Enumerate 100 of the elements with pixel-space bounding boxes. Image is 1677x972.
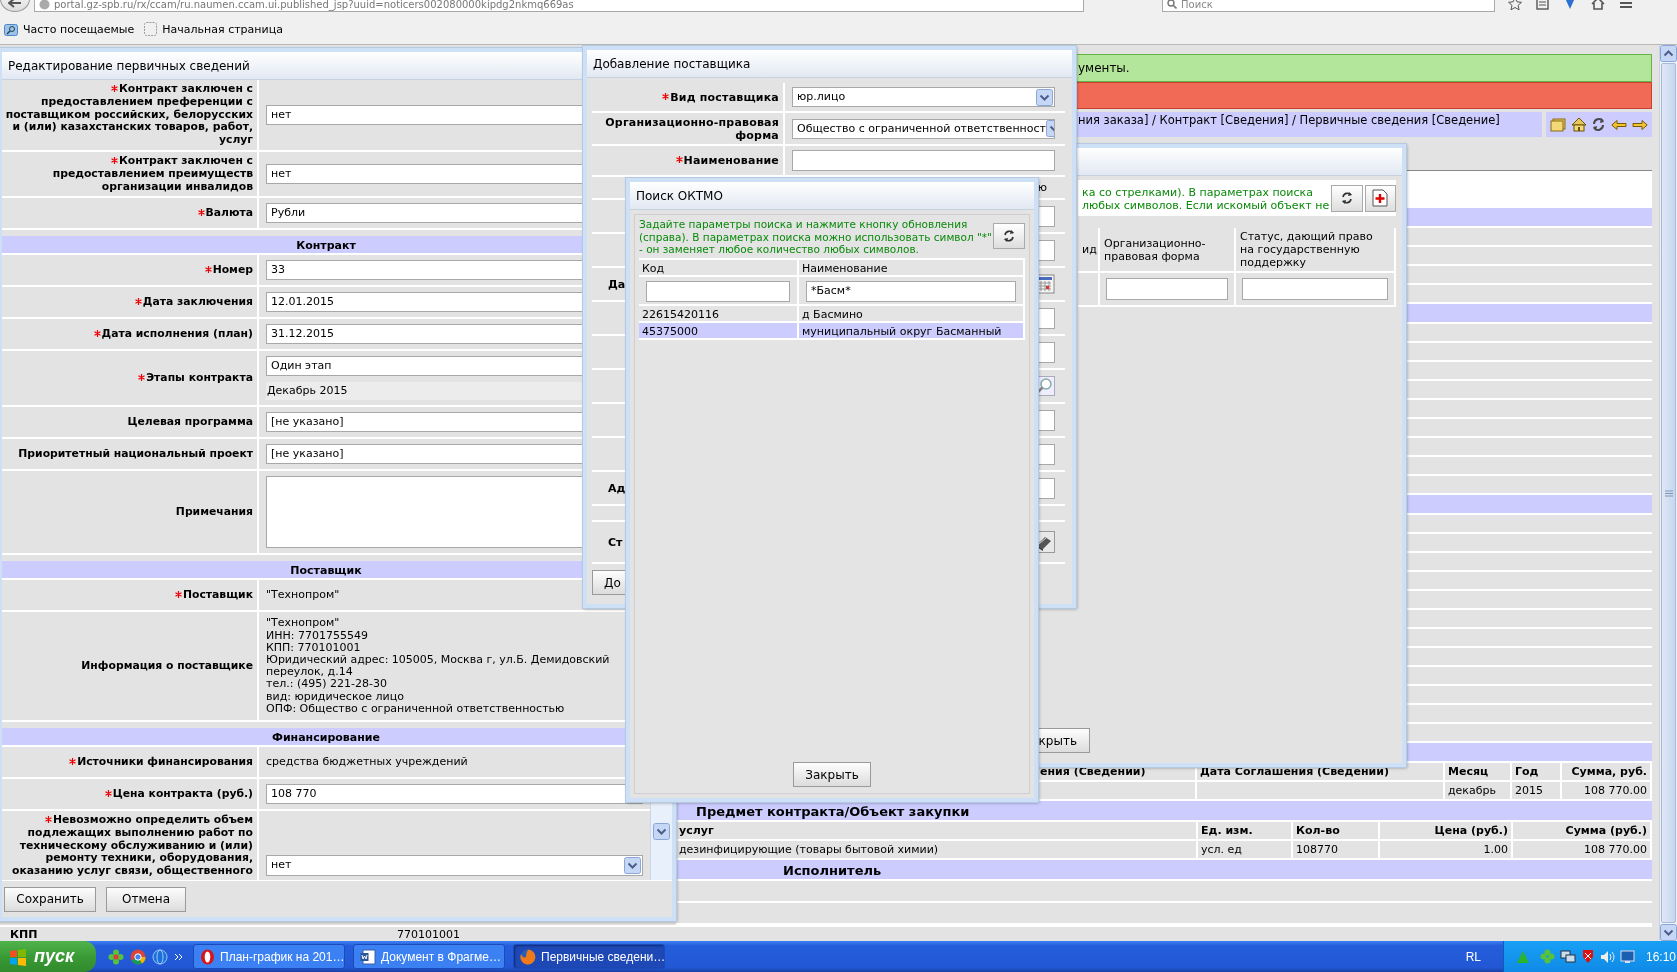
field-label: Дата заключения — [142, 294, 253, 308]
home-icon[interactable] — [1570, 117, 1587, 132]
column-header: Статус, дающий право на государственную поддержку — [1236, 228, 1396, 273]
field-label: Цена контракта (руб.) — [112, 786, 253, 800]
field-label: Целевая программа — [127, 414, 253, 428]
info-text: ОПФ: Общество с ограниченной ответственностью — [266, 702, 565, 715]
arrow-left-icon[interactable] — [1611, 119, 1628, 130]
window-title: Добавление поставщика — [587, 50, 1072, 78]
search-icon — [1167, 0, 1177, 9]
clipboard-icon[interactable] — [1536, 0, 1549, 10]
field-label: Поставщик — [182, 587, 253, 601]
language-indicator[interactable]: RL — [1465, 949, 1481, 964]
clock: 16:10 — [1646, 949, 1677, 964]
home-icon[interactable] — [1591, 0, 1605, 10]
column-header: Сумма, руб. — [1562, 763, 1652, 782]
filter-field[interactable]: *Басм* — [806, 280, 1016, 302]
scrollbar-thumb[interactable] — [1661, 63, 1676, 923]
notice-text: ументы. — [1078, 61, 1130, 75]
filter-field[interactable] — [1106, 278, 1228, 300]
field-label: Контракт заключен с предоставлением преимуществ организации инвалидов — [52, 154, 253, 193]
info-text: средства бюджетных учреждений — [266, 755, 468, 769]
section-title: Предмет контракта/Объект закупки — [696, 804, 970, 819]
cancel-button[interactable]: Отмена — [106, 886, 186, 912]
flower-icon[interactable] — [108, 948, 124, 965]
field-label: Наименование — [683, 154, 779, 167]
info-text: тел.: (495) 221-28-30 — [266, 678, 387, 691]
taskbar-button[interactable]: Документ в Фрагме… — [353, 944, 505, 969]
section-title: Поставщик — [290, 564, 362, 578]
shield-icon[interactable] — [1581, 949, 1595, 964]
scroll-up-icon[interactable] — [1660, 45, 1677, 62]
star-icon[interactable] — [1508, 0, 1522, 10]
windows-flag-icon — [8, 947, 28, 966]
info-text: переулок, д.14 — [266, 666, 353, 679]
grip-icon — [1664, 489, 1673, 497]
arrow-right-icon[interactable] — [1631, 119, 1648, 130]
download-icon[interactable] — [1563, 0, 1577, 10]
scroll-down-icon[interactable] — [1660, 924, 1677, 941]
address-field[interactable]: portal.gz-spb.ru/rx/ccam/ru.naumen.ccam.ui.published_jsp?uuid=noticers002080000kipdg2nkmq669as — [34, 0, 1084, 12]
search-field[interactable]: Поиск — [1162, 0, 1495, 12]
field-label: Этапы контракта — [146, 370, 253, 384]
column-header: услуг — [676, 822, 1198, 841]
field-label: Контракт заключен с предоставлением преференции с поставщиком российских, белорусских и (или) казахстанских товаров, работ, услуг — [5, 82, 253, 147]
refresh-icon — [1002, 229, 1016, 244]
select-field[interactable]: Общество с ограниченной ответственност — [792, 118, 1055, 139]
field-label: Приоритетный национальный проект — [18, 446, 253, 460]
column-header: Наименование — [799, 259, 1025, 277]
column-header: Месяц — [1445, 763, 1512, 782]
more-chevron-icon[interactable] — [174, 952, 183, 961]
refresh-icon — [1339, 191, 1354, 205]
start-button[interactable]: пуск — [0, 941, 96, 972]
column-header: Кол-во — [1293, 822, 1380, 841]
field-label: ю — [1036, 181, 1048, 194]
input-field[interactable] — [792, 150, 1055, 171]
ring-icon — [200, 948, 215, 965]
close-button[interactable]: Закрыть — [793, 762, 871, 787]
filter-field[interactable] — [646, 280, 790, 302]
refresh-button[interactable] — [993, 223, 1025, 250]
section-title: Исполнитель — [783, 863, 882, 878]
field-label: КПП — [9, 927, 39, 943]
globe-icon[interactable] — [152, 948, 168, 965]
field-label: Валюта — [205, 205, 253, 219]
column-header: Организационно-правовая форма — [1100, 228, 1236, 273]
menu-icon[interactable] — [1619, 0, 1633, 9]
blank-page-icon — [144, 22, 158, 36]
column-header: Цена (руб.) — [1380, 822, 1513, 841]
input-field[interactable]: 108 770 — [266, 784, 643, 804]
table-cell-text: 770101001 — [396, 927, 461, 943]
select-field[interactable]: юр.лицо — [792, 87, 1055, 107]
field-label: Примечания — [175, 504, 253, 518]
scroll-down-icon[interactable] — [653, 823, 670, 840]
section-title: Финансирование — [271, 731, 381, 744]
save-button[interactable]: Сохранить — [4, 886, 96, 912]
circle-app-icon[interactable] — [130, 948, 146, 965]
info-text: Юридический адрес: 105005, Москва г, ул.Б. Демидовский — [266, 654, 610, 667]
bookmark-folder-icon — [4, 22, 18, 36]
bookmark-link[interactable]: Часто посещаемые — [4, 22, 135, 36]
globe-icon — [520, 948, 536, 965]
filter-field[interactable] — [1242, 278, 1388, 300]
table-cell: муниципальный округ Басманный — [799, 322, 1025, 340]
column-header: Год — [1512, 763, 1562, 782]
field-label: Ад — [608, 481, 626, 495]
globe-icon — [39, 0, 50, 10]
network-icon[interactable] — [1560, 949, 1576, 964]
bookmark-link[interactable]: Начальная страница — [144, 22, 283, 36]
refresh-icon[interactable] — [1591, 117, 1607, 132]
section-title: Контракт — [296, 239, 356, 253]
taskbar-button[interactable]: Первичные сведени… — [513, 944, 665, 969]
search-hint: ка со стрелками). В параметрах поиска любых символов. Если искомый объект не — [1081, 185, 1330, 212]
breadcrumb: ния заказа] / Контракт [Сведения] / Первичные сведения [Сведение] — [1076, 112, 1542, 137]
field-label: Номер — [212, 262, 253, 276]
monitor-icon[interactable] — [1620, 949, 1635, 964]
speaker-icon[interactable] — [1600, 949, 1615, 964]
select-field[interactable]: нет — [266, 855, 643, 876]
field-label: Вид поставщика — [670, 90, 779, 104]
refresh-button[interactable] — [1331, 184, 1363, 212]
add-button[interactable] — [1364, 184, 1396, 212]
field-label: Да — [608, 277, 626, 291]
folders-icon[interactable] — [1550, 117, 1567, 132]
field-label: Источники финансирования — [77, 754, 253, 768]
taskbar-button[interactable]: План-график на 201… — [193, 944, 345, 969]
